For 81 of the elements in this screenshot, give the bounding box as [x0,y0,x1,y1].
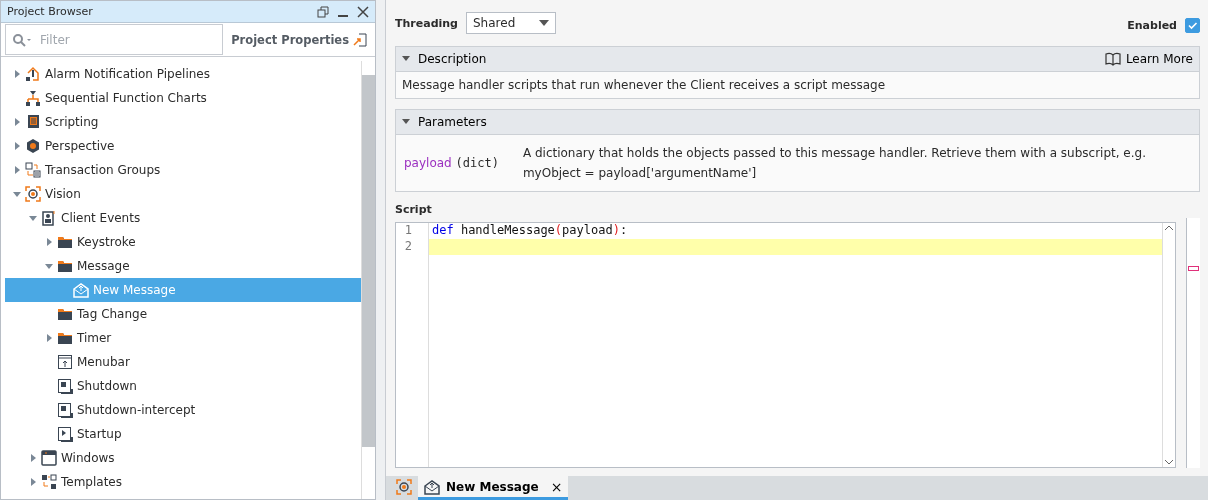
templates-icon [41,474,57,490]
tab-close-button[interactable]: × [550,478,563,495]
client-icon [41,210,57,226]
collapsed-arrow-icon[interactable] [45,334,53,342]
envelope-icon [73,282,89,298]
line-number: 2 [403,239,413,255]
enabled-checkbox[interactable] [1185,17,1200,33]
parameter-type: (dict) [455,156,499,170]
editor-tab[interactable]: New Message × [418,476,569,500]
tree-item[interactable]: Perspective [5,134,361,158]
eye-icon [25,186,41,202]
collapse-arrow-icon [402,119,410,125]
tree-item[interactable]: Client Events [5,206,361,230]
folder-icon [57,234,73,250]
pipeline-icon [25,66,41,82]
code-line: def handleMessage(payload): [431,223,629,239]
parameter-description: A dictionary that holds the objects passed to this message handler. Retrieve them with a subscript, e.g. myObject = payload['argumentName'] [522,145,1147,182]
collapsed-arrow-icon[interactable] [13,142,21,150]
collapsed-arrow-icon[interactable] [29,454,37,462]
parameters-header[interactable]: Parameters [402,115,487,129]
folder-icon [57,306,73,322]
collapsed-arrow-icon[interactable] [29,478,37,486]
restore-icon[interactable] [317,5,329,18]
tree-item[interactable]: Scripting [5,110,361,134]
tree-item[interactable]: Keystroke [5,230,361,254]
description-text: Message handler scripts that run whenever the Client receives a script message [401,77,887,94]
collapse-arrow-icon [402,56,410,62]
folder-icon [57,330,73,346]
expanded-arrow-icon[interactable] [29,214,37,222]
parameter-name: payload [404,156,452,170]
project-properties-button[interactable]: Project Properties [227,24,371,55]
tree-item[interactable]: Menubar [5,350,361,374]
collapsed-arrow-icon[interactable] [13,118,21,126]
tree-item[interactable]: Tag Change [5,302,361,326]
window-icon [41,450,57,466]
collapsed-arrow-icon[interactable] [13,166,21,174]
threading-label: Threading [395,16,458,30]
tree-item[interactable]: Alarm Notification Pipelines [5,62,361,86]
folder-icon [57,258,73,274]
panel-title: Project Browser [7,5,93,18]
book-icon [1104,52,1121,66]
collapsed-arrow-icon[interactable] [13,70,21,78]
tree-item[interactable]: Timer [5,326,361,350]
tree-item[interactable]: Sequential Function Charts [5,86,361,110]
document-icon [57,378,73,394]
threading-dropdown[interactable]: Shared [466,12,556,34]
scroll-up-icon[interactable] [1165,225,1173,231]
collapsed-arrow-icon[interactable] [45,238,53,246]
play-document-icon [57,426,73,442]
hexagon-icon [25,138,41,154]
close-icon[interactable] [357,5,369,18]
envelope-icon [424,478,440,495]
tree-item[interactable]: Startup [5,422,361,446]
tree-item[interactable]: Windows [5,446,361,470]
document-icon [57,402,73,418]
window-icon [57,354,73,370]
scroll-icon [25,114,41,130]
learn-more-link[interactable]: Learn More [1104,52,1193,66]
eye-icon [396,478,412,495]
error-marker[interactable] [1188,266,1199,271]
code-editor[interactable]: 1 2 def handleMessage(payload): [395,222,1176,468]
tree-item[interactable]: Templates [5,470,361,494]
tree-item[interactable]: Message [5,254,361,278]
properties-icon [353,32,367,47]
scroll-down-icon[interactable] [1165,459,1173,465]
enabled-label: Enabled [1127,18,1177,32]
line-number: 1 [403,223,413,239]
filter-field[interactable]: Filter [5,24,224,55]
transaction-icon [25,162,41,178]
scrollbar[interactable] [361,61,375,499]
tree-item[interactable]: Transaction Groups [5,158,361,182]
expanded-arrow-icon[interactable] [45,262,53,270]
script-label: Script [395,203,432,216]
search-icon [12,32,32,47]
description-header[interactable]: Description [402,52,487,66]
tree-item[interactable]: Shutdown-intercept [5,398,361,422]
flowchart-icon [25,90,41,106]
tree-item[interactable]: Vision [5,182,361,206]
tree-item[interactable]: Shutdown [5,374,361,398]
caret-icon [539,20,549,26]
expanded-arrow-icon[interactable] [13,190,21,198]
